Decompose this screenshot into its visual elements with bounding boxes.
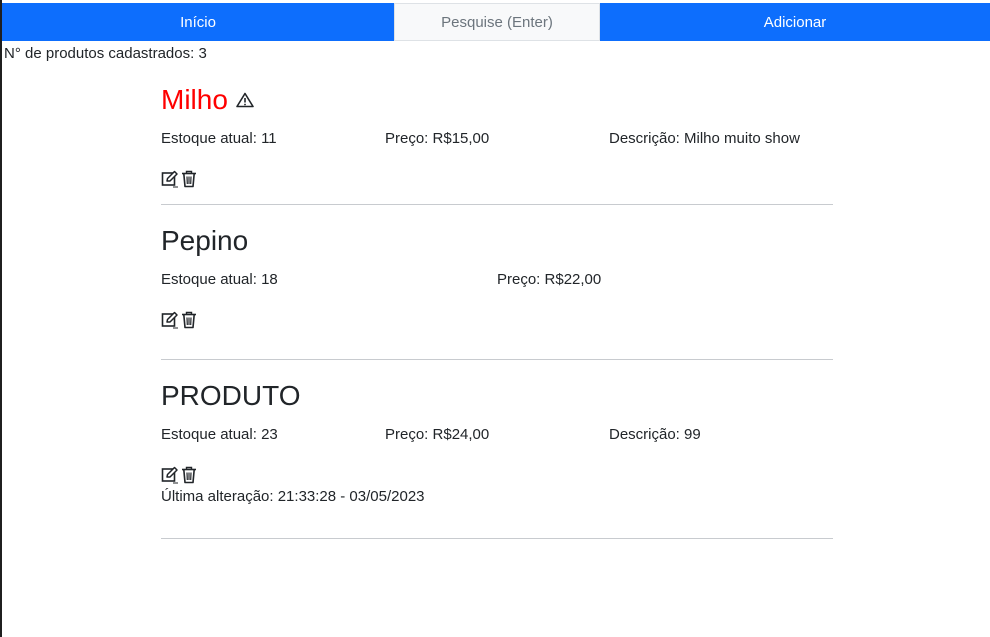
trash-icon[interactable]	[181, 311, 197, 329]
product-description: Descrição: Milho muito show	[609, 130, 800, 147]
home-button-label: Início	[180, 13, 216, 31]
product-title-row: PRODUTO	[161, 374, 833, 418]
add-button[interactable]: Adicionar	[600, 3, 990, 41]
product-title-row: Milho	[161, 78, 833, 122]
product-price: Preço: R$15,00	[385, 130, 490, 147]
product-item: Pepino Estoque atual: 18 Preço: R$22,00	[161, 205, 833, 360]
product-stock: Estoque atual: 23	[161, 426, 278, 443]
product-name: Milho	[161, 84, 228, 115]
product-title-row: Pepino	[161, 219, 833, 263]
product-details: Estoque atual: 18 Preço: R$22,00	[161, 271, 833, 291]
product-actions	[161, 466, 833, 484]
product-item: PRODUTO Estoque atual: 23 Preço: R$24,00…	[161, 360, 833, 539]
product-name: PRODUTO	[161, 380, 301, 411]
product-details: Estoque atual: 11 Preço: R$15,00 Descriç…	[161, 130, 833, 150]
product-details: Estoque atual: 23 Preço: R$24,00 Descriç…	[161, 426, 833, 446]
edit-icon[interactable]	[161, 311, 179, 329]
product-item: Milho Estoque atual: 11 Preço: R$15,00 D…	[161, 78, 833, 205]
product-price: Preço: R$24,00	[385, 426, 490, 443]
add-button-label: Adicionar	[763, 13, 827, 31]
product-price: Preço: R$22,00	[497, 271, 602, 288]
product-actions	[161, 170, 833, 188]
trash-icon[interactable]	[181, 466, 197, 484]
product-stock: Estoque atual: 18	[161, 271, 278, 288]
product-name: Pepino	[161, 225, 249, 256]
product-stock: Estoque atual: 11	[161, 130, 277, 147]
search-input[interactable]	[394, 3, 600, 41]
last-update: Última alteração: 21:33:28 - 03/05/2023	[161, 488, 425, 505]
warning-icon	[236, 92, 254, 108]
trash-icon[interactable]	[181, 170, 197, 188]
product-actions	[161, 311, 833, 329]
product-description: Descrição: 99	[609, 426, 701, 443]
top-nav: Início Adicionar	[2, 3, 990, 41]
product-count: N° de produtos cadastrados: 3	[4, 45, 207, 62]
product-list: Milho Estoque atual: 11 Preço: R$15,00 D…	[161, 78, 833, 539]
home-button[interactable]: Início	[2, 3, 394, 41]
edit-icon[interactable]	[161, 466, 179, 484]
edit-icon[interactable]	[161, 170, 179, 188]
